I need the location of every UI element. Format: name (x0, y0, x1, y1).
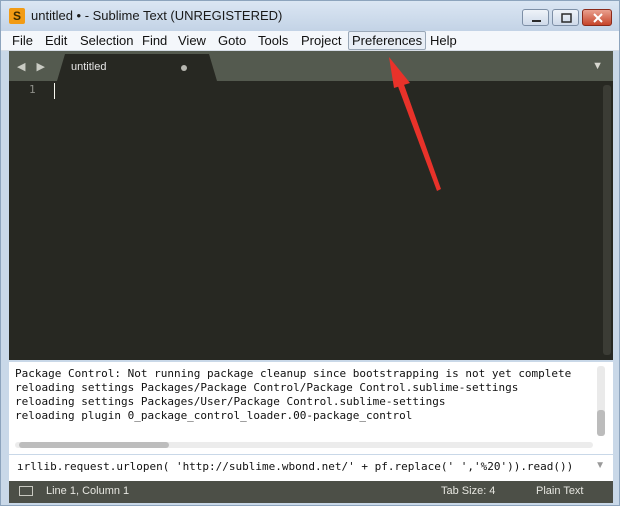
console-line: reloading settings Packages/User/Package… (15, 395, 446, 408)
syntax-indicator[interactable]: Plain Text (536, 485, 584, 497)
menu-tools[interactable]: Tools (255, 32, 291, 49)
line-number: 1 (29, 83, 36, 96)
console-line: reloading plugin 0_package_control_loade… (15, 409, 413, 422)
close-icon (593, 13, 603, 23)
tab-size-indicator[interactable]: Tab Size: 4 (441, 485, 495, 497)
text-caret (54, 83, 55, 99)
editor-scrollbar[interactable] (603, 85, 611, 355)
menu-view[interactable]: View (175, 32, 209, 49)
sublime-logo-icon: S (9, 8, 25, 24)
console-horizontal-thumb[interactable] (19, 442, 169, 448)
cursor-position: Line 1, Column 1 (46, 485, 130, 497)
menu-find[interactable]: Find (139, 32, 170, 49)
console-panel: Package Control: Not running package cle… (9, 360, 613, 454)
editor-area[interactable]: 1 (9, 81, 613, 360)
tab-untitled[interactable]: untitled (57, 54, 217, 81)
console-input[interactable]: ırllib.request.urlopen( 'http://sublime.… (9, 454, 613, 481)
console-horizontal-scrollbar[interactable] (15, 442, 593, 448)
tab-bar: ◀ ▶ untitled ▼ (9, 51, 613, 81)
history-dropdown-icon[interactable]: ▼ (595, 460, 605, 471)
menu-goto[interactable]: Goto (215, 32, 249, 49)
unsaved-dot-icon[interactable] (181, 65, 187, 71)
close-button[interactable] (582, 9, 612, 26)
menu-edit[interactable]: Edit (42, 32, 70, 49)
console-line: reloading settings Packages/Package Cont… (15, 381, 519, 394)
minimize-icon (532, 20, 541, 22)
window-title: untitled • - Sublime Text (UNREGISTERED) (31, 8, 283, 23)
minimize-button[interactable] (522, 9, 549, 26)
menu-selection[interactable]: Selection (77, 32, 136, 49)
tab-label: untitled (71, 61, 107, 73)
panel-toggle-icon[interactable] (19, 486, 33, 496)
menu-preferences[interactable]: Preferences (348, 31, 427, 50)
console-vertical-scrollbar[interactable] (597, 366, 605, 436)
menu-file[interactable]: File (9, 32, 36, 49)
console-input-field[interactable]: ırllib.request.urlopen( 'http://sublime.… (17, 460, 587, 473)
menu-bar: File Edit Selection Find View Goto Tools… (1, 31, 619, 51)
menu-project[interactable]: Project (298, 32, 344, 49)
console-line: Package Control: Not running package cle… (15, 367, 572, 380)
sublime-window: S untitled • - Sublime Text (UNREGISTERE… (0, 0, 620, 506)
maximize-icon (561, 13, 572, 23)
tab-dropdown-icon[interactable]: ▼ (592, 60, 603, 72)
status-bar: Line 1, Column 1 Tab Size: 4 Plain Text (9, 481, 613, 503)
maximize-button[interactable] (552, 9, 579, 26)
console-vertical-thumb[interactable] (597, 410, 605, 436)
menu-help[interactable]: Help (427, 32, 460, 49)
tab-nav-arrows-icon[interactable]: ◀ ▶ (17, 60, 49, 73)
title-bar[interactable]: S untitled • - Sublime Text (UNREGISTERE… (1, 1, 619, 31)
